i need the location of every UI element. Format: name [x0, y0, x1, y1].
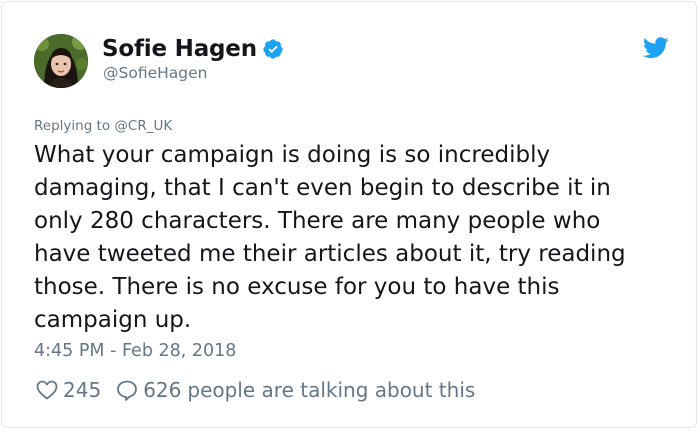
- like-count: 245: [63, 378, 102, 402]
- author-handle[interactable]: @SofieHagen: [103, 64, 207, 82]
- twitter-bird-icon[interactable]: [642, 37, 669, 59]
- tweet-timestamp[interactable]: 4:45 PM - Feb 28, 2018: [34, 341, 236, 361]
- heart-icon: [35, 378, 59, 402]
- like-button[interactable]: 245: [35, 378, 101, 402]
- author-name-row[interactable]: Sofie Hagen: [102, 35, 284, 63]
- avatar-photo: [34, 34, 88, 88]
- tweet-text: What your campaign is doing is so incred…: [34, 142, 626, 333]
- avatar[interactable]: [34, 34, 88, 88]
- verified-badge-icon: [262, 38, 284, 60]
- replying-to: Replying to @CR_UK: [34, 118, 172, 134]
- author-display-name[interactable]: Sofie Hagen: [102, 36, 257, 62]
- speech-bubble-icon: [115, 378, 139, 402]
- replying-to-label: Replying to: [34, 118, 111, 134]
- tweet-actions: 245 626 people are talking about this: [35, 375, 475, 405]
- replying-to-link[interactable]: @CR_UK: [114, 118, 172, 134]
- tweet-card: Sofie Hagen @SofieHagen Replying to @CR_…: [1, 1, 697, 428]
- reply-button[interactable]: 626: [115, 378, 181, 402]
- reply-count: 626: [143, 378, 182, 402]
- talking-about-link[interactable]: people are talking about this: [187, 378, 475, 402]
